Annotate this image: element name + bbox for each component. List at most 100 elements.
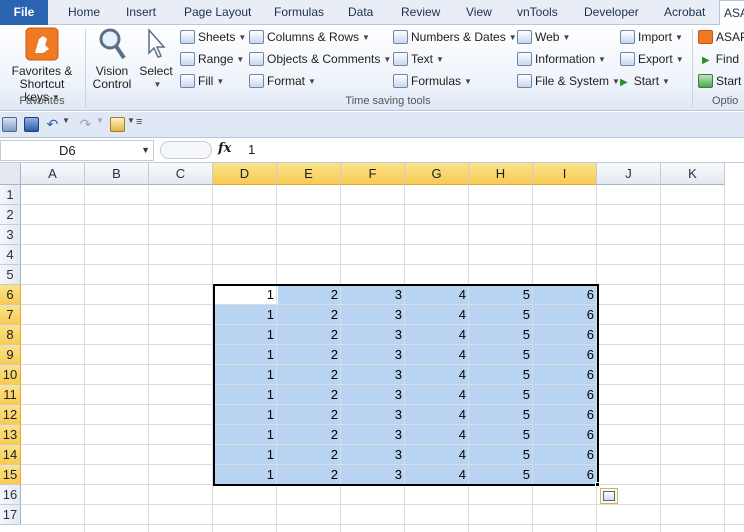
row-header-16[interactable]: 16: [0, 485, 21, 505]
chevron-down-icon[interactable]: ▼: [96, 116, 111, 131]
start-last-button[interactable]: Start: [698, 72, 741, 90]
tab-review[interactable]: Review: [393, 0, 448, 25]
chevron-down-icon: ▼: [308, 77, 316, 86]
row-header-15[interactable]: 15: [0, 465, 21, 485]
column-header-f[interactable]: F: [341, 163, 405, 185]
tab-page-layout[interactable]: Page Layout: [176, 0, 259, 25]
row-header-9[interactable]: 9: [0, 345, 21, 365]
formula-input[interactable]: 1: [248, 142, 255, 157]
row-header-1[interactable]: 1: [0, 185, 21, 205]
worksheet-grid[interactable]: A B C D E F G H I J K 1 2 3 4 5 6 7 8 9 10 11 12 13 14 15 16 17 1 2 3 4…: [0, 163, 744, 532]
vision-control-button[interactable]: Vision Control: [88, 27, 136, 91]
quick-analysis-button[interactable]: [600, 488, 618, 504]
row-header-11[interactable]: 11: [0, 385, 21, 405]
row-header-13[interactable]: 13: [0, 425, 21, 445]
play-icon: ▶: [702, 55, 710, 66]
chevron-down-icon[interactable]: ▼: [62, 116, 77, 131]
name-box-value: D6: [59, 143, 76, 158]
row-header-14[interactable]: 14: [0, 445, 21, 465]
web-menu[interactable]: Web ▼: [517, 28, 570, 46]
chevron-down-icon[interactable]: ▼: [141, 141, 150, 160]
formulas-menu[interactable]: Formulas ▼: [393, 72, 472, 90]
row-header-12[interactable]: 12: [0, 405, 21, 425]
select-button[interactable]: Select ▼: [138, 27, 174, 91]
find-button[interactable]: ▶ Find: [702, 50, 739, 68]
information-menu[interactable]: Information ▼: [517, 50, 606, 68]
file-system-menu[interactable]: File & System ▼: [517, 72, 620, 90]
fill-label: Fill: [198, 74, 214, 88]
row-header-17[interactable]: 17: [0, 505, 21, 525]
column-header-c[interactable]: C: [149, 163, 213, 185]
row-header-10[interactable]: 10: [0, 365, 21, 385]
tab-formulas[interactable]: Formulas: [266, 0, 332, 25]
row-header-2[interactable]: 2: [0, 205, 21, 225]
row-header-5[interactable]: 5: [0, 265, 21, 285]
tab-vntools[interactable]: vnTools: [509, 0, 566, 25]
numbers-icon: [393, 30, 408, 44]
column-header-g[interactable]: G: [405, 163, 469, 185]
row-header-7[interactable]: 7: [0, 305, 21, 325]
chevron-down-icon: ▼: [383, 55, 392, 64]
customize-toolbar-icon[interactable]: ≡: [136, 116, 151, 131]
favorites-button[interactable]: Favorites & Shortcut keys ▼: [2, 27, 82, 104]
tab-file[interactable]: File: [0, 0, 48, 25]
ribbon: Favorites & Shortcut keys ▼ Favorites Vis…: [0, 25, 744, 111]
save-icon[interactable]: [24, 117, 39, 132]
tab-home[interactable]: Home: [60, 0, 108, 25]
insert-function-icon[interactable]: fx: [218, 141, 231, 156]
find-label: Find: [715, 52, 740, 66]
favorites-label: Favorites &: [11, 64, 73, 78]
tab-view[interactable]: View: [458, 0, 500, 25]
export-menu[interactable]: Export ▼: [620, 50, 684, 68]
asap-icon: [698, 30, 713, 44]
asap-utilities-menu[interactable]: ASAP: [698, 28, 744, 46]
fill-handle[interactable]: [595, 482, 600, 487]
format-menu[interactable]: Format ▼: [249, 72, 316, 90]
chevron-down-icon: ▼: [675, 55, 684, 64]
tab-insert[interactable]: Insert: [118, 0, 164, 25]
tab-data[interactable]: Data: [340, 0, 381, 25]
text-menu[interactable]: Text ▼: [393, 50, 444, 68]
paste-icon[interactable]: [110, 117, 125, 132]
objects-comments-menu[interactable]: Objects & Comments ▼: [249, 50, 391, 68]
selection-border: [213, 284, 599, 486]
numbers-dates-label: Numbers & Dates: [411, 30, 506, 44]
tab-developer[interactable]: Developer: [576, 0, 647, 25]
column-header-e[interactable]: E: [277, 163, 341, 185]
undo-icon[interactable]: ↶: [45, 117, 60, 133]
gridline-vertical: [84, 185, 85, 532]
export-label: Export: [638, 52, 673, 66]
fill-menu[interactable]: Fill ▼: [180, 72, 224, 90]
row-header-4[interactable]: 4: [0, 245, 21, 265]
columns-rows-menu[interactable]: Columns & Rows ▼: [249, 28, 370, 46]
import-menu[interactable]: Import ▼: [620, 28, 683, 46]
gridline-horizontal: [21, 204, 744, 205]
sheets-label: Sheets: [198, 30, 236, 44]
formula-bar: D6 ▼ fx 1: [0, 138, 744, 163]
excel-window-icon[interactable]: [2, 117, 17, 132]
row-header-6[interactable]: 6: [0, 285, 21, 305]
name-box[interactable]: D6 ▼: [0, 140, 154, 161]
column-header-j[interactable]: J: [597, 163, 661, 185]
column-header-i[interactable]: I: [533, 163, 597, 185]
row-header-8[interactable]: 8: [0, 325, 21, 345]
column-header-h[interactable]: H: [469, 163, 533, 185]
column-header-b[interactable]: B: [85, 163, 149, 185]
tab-acrobat[interactable]: Acrobat: [656, 0, 713, 25]
numbers-dates-menu[interactable]: Numbers & Dates ▼: [393, 28, 517, 46]
redo-icon[interactable]: ↷: [78, 117, 93, 133]
fill-icon: [180, 74, 195, 88]
tab-asap[interactable]: ASAP: [719, 0, 744, 26]
range-menu[interactable]: Range ▼: [180, 50, 244, 68]
vision-label: Vision: [95, 64, 129, 78]
function-icon: [393, 74, 408, 88]
column-header-k[interactable]: K: [661, 163, 725, 185]
row-header-3[interactable]: 3: [0, 225, 21, 245]
start-menu[interactable]: ▶ Start ▼: [620, 72, 670, 90]
sheets-menu[interactable]: Sheets ▼: [180, 28, 246, 46]
column-header-a[interactable]: A: [21, 163, 85, 185]
column-header-d[interactable]: D: [213, 163, 277, 185]
file-system-icon: [517, 74, 532, 88]
chevron-down-icon: ▼: [464, 77, 472, 86]
select-all-corner[interactable]: [0, 163, 21, 185]
